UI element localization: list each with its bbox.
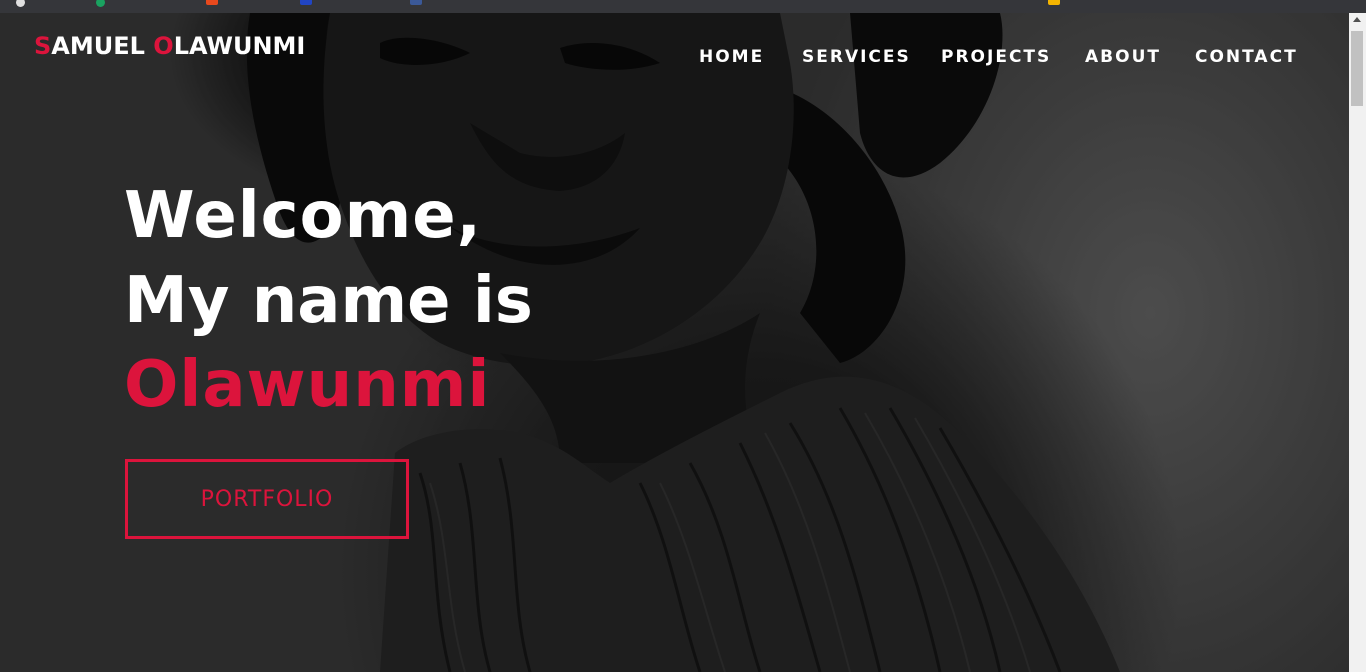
bookmark-icon[interactable] — [410, 0, 422, 5]
hero-headline-welcome: Welcome, — [124, 179, 482, 253]
page-viewport: SAMUEL OLAWUNMI HOME SERVICES PROJECTS A… — [0, 13, 1349, 672]
nav-projects-link[interactable]: PROJECTS — [941, 47, 1051, 71]
nav-services-link[interactable]: SERVICES — [802, 47, 911, 71]
hero-overlay — [0, 13, 1349, 672]
brand-logo[interactable]: SAMUEL OLAWUNMI — [34, 32, 305, 60]
bookmark-icon[interactable] — [300, 0, 312, 5]
bookmark-icon[interactable] — [16, 0, 25, 7]
portfolio-button[interactable]: PORTFOLIO — [125, 459, 409, 539]
bookmark-icon[interactable] — [1048, 0, 1060, 5]
hero-headline-name: Olawunmi — [124, 348, 491, 422]
brand-first-initial: S — [34, 32, 52, 60]
browser-bookmarks-bar — [0, 0, 1366, 13]
brand-last-rest: LAWUNMI — [173, 32, 306, 60]
brand-last-initial: O — [153, 32, 174, 60]
nav-contact-link[interactable]: CONTACT — [1195, 47, 1298, 71]
bookmark-icon[interactable] — [96, 0, 105, 7]
scrollbar-thumb[interactable] — [1351, 31, 1363, 106]
hero-headline-intro: My name is — [124, 264, 533, 338]
nav-home-link[interactable]: HOME — [699, 47, 764, 71]
bookmark-icon[interactable] — [206, 0, 218, 5]
brand-first-rest: AMUEL — [51, 32, 154, 60]
nav-about-link[interactable]: ABOUT — [1085, 47, 1161, 71]
scroll-up-arrow-icon[interactable] — [1353, 17, 1361, 22]
page-scrollbar[interactable] — [1349, 13, 1366, 672]
